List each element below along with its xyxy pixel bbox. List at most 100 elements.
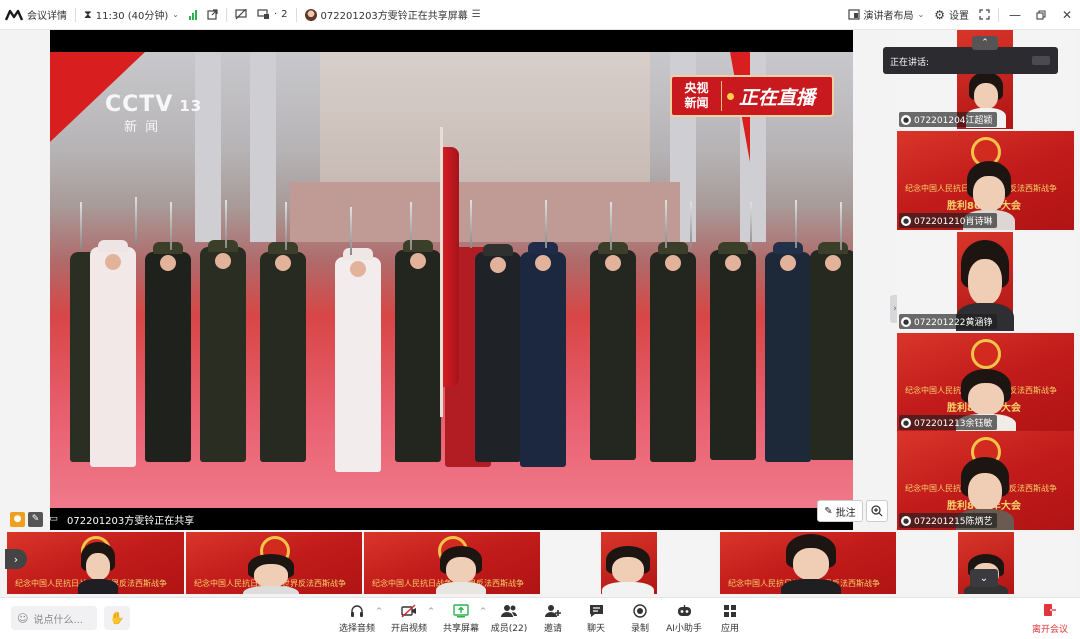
view-count-button[interactable]: · 2 [252,0,293,30]
members-label: 成员(22) [490,624,528,634]
participant-avatar [601,546,655,594]
record-icon [633,603,647,619]
ai-assistant-button[interactable]: AI小助手 [661,603,707,634]
chat-input[interactable]: ☺ 说点什么... [11,606,97,630]
participant-nametag: ● 072201215陈炳艺 [899,513,997,528]
network-signal[interactable] [184,0,202,30]
layout-label: 演讲者布局 [863,11,914,22]
share-status[interactable]: 072201203方雯铃正在共享屏幕 ☰ [300,0,486,30]
participant-nametag: ● 072201204江超颖 [899,112,997,127]
hourglass-icon: ⧗ [84,7,92,21]
stop-share-button[interactable] [230,0,252,30]
leave-meeting-button[interactable]: 离开会议 [1028,603,1072,635]
view-count: 2 [281,9,288,20]
mic-icon: ● [901,417,911,428]
participant-tile[interactable]: 纪念中国人民抗日战争暨世界反法西斯战争 胜利80周年大会 ● 072201213… [897,333,1074,432]
layout-button[interactable]: 演讲者布局 ⌄ [843,0,930,30]
meeting-timer[interactable]: ⧗ 11:30 (40分钟) ⌄ [79,0,184,30]
minimize-button[interactable]: — [1002,0,1028,30]
close-icon: ✕ [1061,7,1073,22]
smiley-icon: ☺ [17,611,29,625]
headset-icon [350,603,364,619]
menu-lines-icon: ☰ [471,9,481,20]
raise-hand-button[interactable]: ✋ [104,606,130,630]
shared-screen-video[interactable]: CCTV 13 新 闻 央视 新闻 正在直播 [50,30,853,508]
meeting-details-label: 会议详情 [27,11,67,22]
shared-screen-area: CCTV 13 新 闻 央视 新闻 正在直播 ● ✎ ▭ 072201203方雯铃… [5,30,900,530]
meeting-details-button[interactable]: 会议详情 [0,0,72,30]
sharer-avatar [304,8,317,21]
participant-tile[interactable]: 纪念中国人民抗日战争暨世界反法西斯战争 [186,532,362,594]
invite-label: 邀请 [543,624,562,634]
caret-up-icon: ^ [428,607,434,615]
divider [225,7,227,22]
speaker-indicator-icon [1032,56,1050,65]
chat-label: 聊天 [586,624,605,634]
chevron-down-icon: ⌄ [979,572,989,584]
pillar [195,52,221,242]
divider [75,7,76,22]
fullscreen-icon [979,9,990,20]
collapse-sidebar-button[interactable]: ⌃ [972,36,998,50]
apps-button[interactable]: 应用 [707,603,753,634]
strip-scroll-button[interactable]: › [5,549,27,569]
hand-icon: ✋ [109,611,125,625]
participant-tile[interactable]: ● 072201222黄涵铮 [897,232,1074,331]
screen-share-icon: ▭ [49,514,58,524]
fullscreen-button[interactable] [974,0,995,30]
share-screen-button[interactable]: 共享屏幕 ^ [438,603,486,634]
mic-off-icon: ✎ [28,511,43,527]
participant-name: 072201222黄涵铮 [914,318,993,328]
exit-icon [1043,603,1057,620]
zoom-button[interactable] [866,500,888,522]
chevron-down-icon: ⌄ [917,10,925,19]
ai-label: AI小助手 [666,624,702,634]
apps-icon [723,603,737,619]
pillar [250,52,276,242]
chat-button[interactable]: 聊天 [573,603,619,634]
record-label: 录制 [630,624,649,634]
user-icon: ● [10,511,25,527]
invite-button[interactable]: 邀请 [530,603,576,634]
participant-tile[interactable]: 纪念中国人民抗日战争暨世界反法西斯战争 胜利80周年大会 ● 072201210… [897,131,1074,230]
screen-off-icon [235,9,247,20]
cctv-logo: CCTV 13 [105,92,202,117]
share-status-label: 072201203方雯铃正在共享屏幕 [320,11,468,22]
cctv-sub-label: 新 闻 [124,120,161,135]
monument [290,52,680,242]
strip-collapse-button[interactable]: ⌄ [970,569,998,587]
participant-tile[interactable]: 纪念中国人民抗日战争暨世界反法西斯战争 [364,532,540,594]
participant-tile[interactable]: 纪念中国人民抗日战争暨世界反法西斯战争 [720,532,896,594]
chat-placeholder: 说点什么... [33,614,84,626]
share-label: 共享屏幕 [442,624,479,634]
topbar-right: 演讲者布局 ⌄ ⚙ 设置 — ✕ [843,0,1080,30]
record-button[interactable]: 录制 [617,603,663,634]
live-broadcast-badge: 央视 新闻 正在直播 [670,75,834,117]
members-button[interactable]: 成员(22) [486,603,532,634]
close-button[interactable]: ✕ [1054,0,1080,30]
signal-icon [188,9,197,20]
participant-sidebar: ● 072201204江超颖 纪念中国人民抗日战争暨世界反法西斯战争 胜利80周… [897,30,1074,530]
add-user-icon [545,603,561,619]
participant-tile[interactable]: 纪念中国人民抗日战争暨世界反法西斯战争 [7,532,184,594]
restore-button[interactable] [1028,0,1054,30]
participant-tile[interactable] [542,532,718,594]
audio-button[interactable]: 选择音频 ^ [334,603,382,634]
restore-icon [1036,9,1046,20]
app-logo-icon [5,9,23,20]
divider [295,7,297,22]
video-button[interactable]: 开启视频 ^ [386,603,434,634]
popout-button[interactable] [202,0,223,30]
participant-tile[interactable]: 纪念中国人民抗日战争暨世界反法西斯战争 胜利80周年大会 ● 072201215… [897,431,1074,530]
chat-icon [589,603,604,619]
annotate-button[interactable]: ✎ 批注 [817,500,863,522]
settings-button[interactable]: ⚙ 设置 [929,0,974,30]
zoom-in-icon [871,505,883,517]
participant-nametag: ● 072201210肖诗琳 [899,213,997,228]
view-count-label: · [273,9,278,20]
participant-name: 072201215陈炳艺 [914,517,993,527]
mic-icon: ● [901,515,911,526]
parade-scene [50,52,853,508]
apps-label: 应用 [720,624,739,634]
leave-label: 离开会议 [1031,625,1068,635]
